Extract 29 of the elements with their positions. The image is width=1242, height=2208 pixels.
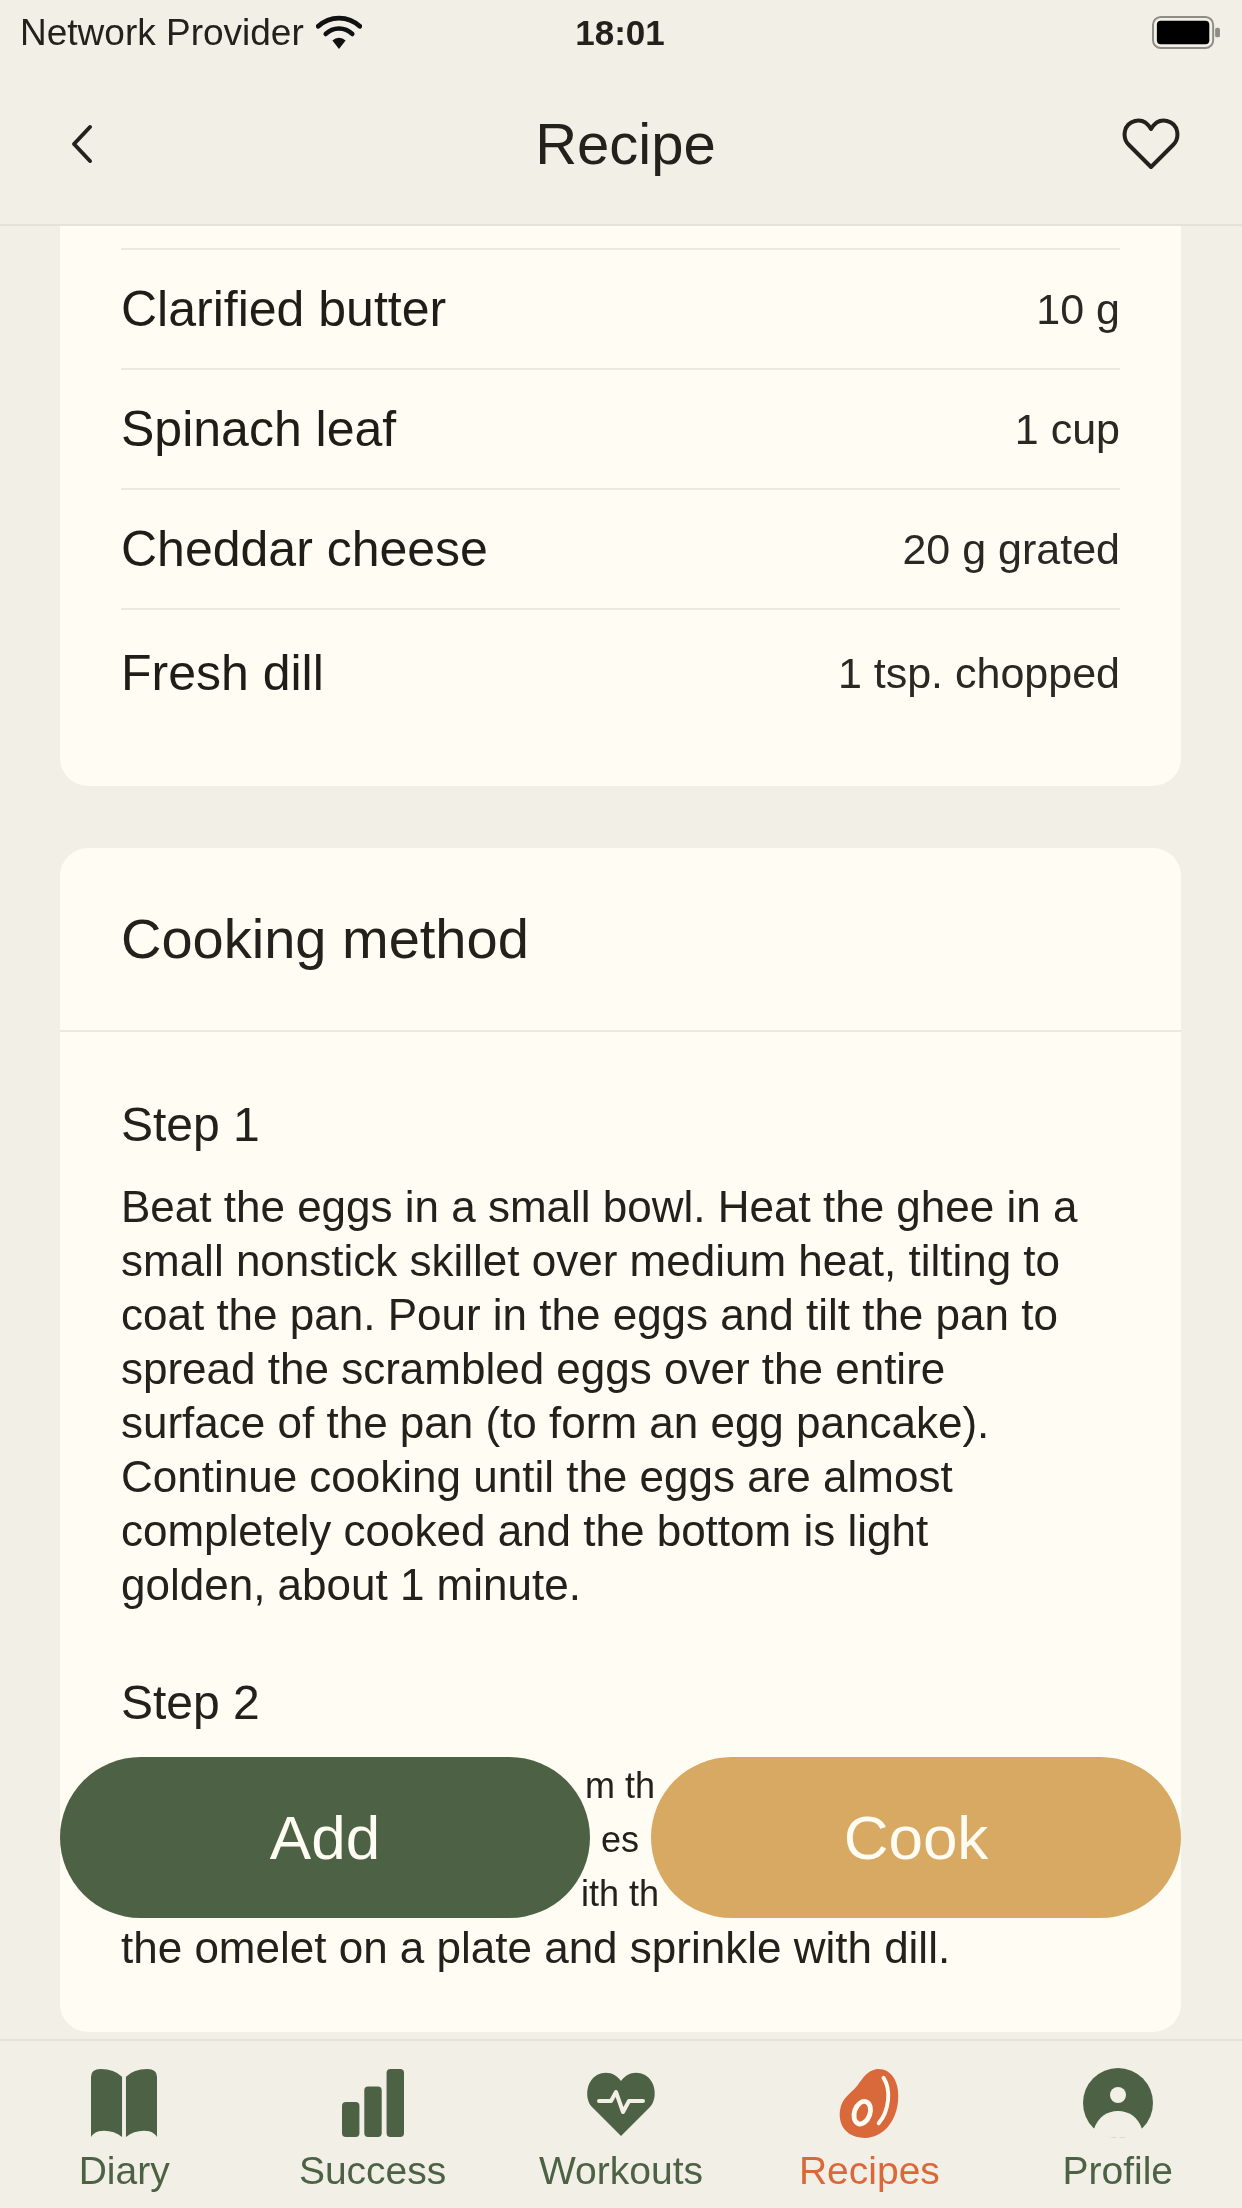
ingredient-amount: 1 cup [1014,407,1120,451]
carrier-name: Network Provider [20,13,304,51]
heart-icon [1121,117,1181,171]
book-icon [91,2068,158,2138]
chevron-left-icon [70,124,94,164]
tab-item[interactable]: Success [248,2068,497,2192]
ingredient-name: Cheddar cheese [121,524,488,574]
step-title: Step 1 [121,1100,260,1150]
ingredient-amount: 1 tsp. chopped [837,651,1120,695]
tab-item[interactable]: Diary [0,2068,249,2192]
ingredient-name: Spinach leaf [121,404,397,454]
bar-chart-icon [341,2069,404,2137]
avocado-icon [838,2068,901,2138]
ingredient-name: Clarified butter [121,284,447,334]
battery-icon [1152,15,1220,49]
ingredient-amount: 20 g grated [902,527,1120,571]
tab-item[interactable]: Workouts [496,2068,746,2192]
clock-time: 18:01 [575,14,665,50]
heart-pulse-icon [585,2070,657,2136]
step-text: es [601,1818,639,1862]
step-text: Beat the eggs in a small bowl. Heat the ghee in a small nonstick skillet over medium heat, tilting to coat the pan. Pour in the eggs and tilt the pan to spread the scrambled eggs over the entire surface of the pan (to form an egg pancake). Continue cooking until the eggs are almost completely cooked and the bottom is light golden, about 1 minute. [121,1181,1079,1611]
ingredient-name: Fresh dill [121,648,324,698]
tab-item[interactable]: Profile [993,2068,1242,2192]
user-icon [1082,2068,1153,2138]
wifi-icon [315,15,362,49]
tab-item[interactable]: Recipes [745,2068,994,2192]
step-title: Step 2 [121,1678,260,1728]
ingredient-amount: 10 g [1036,287,1120,331]
step-text: the omelet on a plate and sprinkle with dill. [121,1922,952,1974]
